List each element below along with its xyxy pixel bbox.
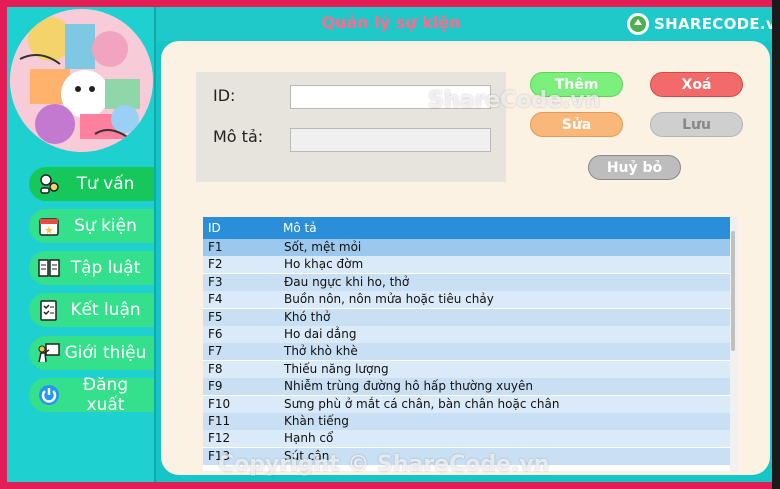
sidebar-item-label: Sự kiện — [74, 216, 137, 236]
cell-id: F1 — [208, 240, 223, 254]
sidebar-item-label: Tư vấn — [76, 174, 135, 194]
delete-button[interactable]: Xoá — [650, 72, 743, 97]
cell-id: F7 — [208, 344, 223, 359]
avatar-illustration — [10, 9, 153, 152]
table-row[interactable]: F2 Ho khạc đờm — [203, 256, 730, 274]
table-row[interactable]: F11 Khàn tiếng — [203, 413, 730, 430]
cell-id: F5 — [208, 309, 223, 324]
sharecode-logo: SHARECODE.vn — [626, 11, 772, 37]
table-row[interactable]: F5 Khó thở — [203, 308, 730, 326]
cell-description: Khàn tiếng — [284, 414, 349, 428]
cell-description: Thiếu năng lượng — [284, 361, 389, 376]
cell-description: Đau ngực khi ho, thở — [284, 274, 410, 289]
cell-description: Ho dai dẳng — [284, 327, 357, 341]
cell-description: Hạnh cổ — [284, 431, 334, 446]
cell-id: F6 — [208, 327, 223, 341]
sidebar-item-label: Tập luật — [70, 258, 141, 278]
checklist-icon — [36, 297, 62, 323]
consult-icon — [36, 171, 62, 197]
cell-id: F9 — [208, 379, 223, 394]
cell-id: F4 — [208, 292, 223, 307]
presentation-icon — [36, 340, 62, 366]
cell-description: Nhiễm trùng đường hô hấp thường xuyên — [284, 379, 533, 394]
cell-description: Thở khò khè — [284, 344, 358, 359]
table-row[interactable]: F10 Sưng phù ở mắt cá chân, bàn chân hoặc… — [203, 395, 730, 413]
id-label: ID: — [213, 86, 236, 105]
id-input[interactable] — [290, 85, 491, 109]
sidebar-item-ket-luan[interactable]: Kết luận — [29, 293, 155, 327]
table-row[interactable]: F4 Buồn nôn, nôn mửa hoặc tiêu chảy — [203, 291, 730, 309]
column-header-id[interactable]: ID — [208, 221, 221, 235]
calendar-icon — [36, 213, 62, 239]
cell-description: Ho khạc đờm — [284, 257, 364, 272]
cell-id: F2 — [208, 257, 223, 272]
table-row[interactable]: F6 Ho dai dẳng — [203, 326, 730, 343]
logout-icon — [36, 382, 62, 408]
cell-id: F11 — [208, 414, 231, 428]
sidebar: Tư vấn Sự kiện Tập luật Kết luận Giới th… — [7, 7, 155, 482]
cell-description: Buồn nôn, nôn mửa hoặc tiêu chảy — [284, 292, 494, 307]
title-bar: Quản lý sự kiện SHARECODE.vn — [156, 7, 772, 41]
cell-description: Sưng phù ở mắt cá chân, bàn chân hoặc ch… — [284, 396, 560, 411]
sidebar-item-gioi-thieu[interactable]: Giới thiệu — [29, 336, 155, 370]
table-row[interactable]: F7 Thở khò khè — [203, 343, 730, 361]
main-panel: ID: Mô tả: Thêm Xoá Sửa Lưu Huỷ bỏ ID Mô… — [161, 41, 770, 475]
sidebar-item-dang-xuat[interactable]: Đăng xuất — [29, 375, 155, 415]
logo-text: SHARECODE.vn — [654, 15, 772, 33]
cell-description: Khó thở — [284, 309, 331, 324]
vertical-scrollbar[interactable] — [730, 217, 737, 471]
save-button[interactable]: Lưu — [650, 112, 743, 137]
cell-id: F12 — [208, 431, 231, 446]
sidebar-item-label: Giới thiệu — [64, 343, 147, 363]
table-row[interactable]: F12 Hạnh cổ — [203, 430, 730, 448]
sidebar-item-su-kien[interactable]: Sự kiện — [29, 209, 155, 243]
table-header: ID Mô tả — [203, 217, 730, 239]
sidebar-divider — [154, 7, 156, 482]
sidebar-item-tap-luat[interactable]: Tập luật — [29, 251, 155, 285]
cancel-button[interactable]: Huỷ bỏ — [588, 155, 681, 180]
rules-book-icon — [36, 255, 62, 281]
cell-description: Sốt, mệt mỏi — [284, 240, 362, 254]
add-button[interactable]: Thêm — [530, 72, 623, 97]
app-window: Quản lý sự kiện SHARECODE.vn — [7, 7, 772, 482]
background-strip — [772, 0, 780, 489]
cell-id: F3 — [208, 274, 223, 289]
table-row[interactable]: F1 Sốt, mệt mỏi — [203, 239, 730, 256]
sharecode-logo-icon — [627, 13, 649, 35]
table-row[interactable]: F9 Nhiễm trùng đường hô hấp thường xuyên — [203, 378, 730, 396]
sidebar-item-label: Đăng xuất — [82, 375, 129, 415]
cell-id: F10 — [208, 396, 231, 411]
column-header-description[interactable]: Mô tả — [283, 221, 317, 235]
sidebar-item-label: Kết luận — [70, 300, 141, 320]
sidebar-item-tu-van[interactable]: Tư vấn — [29, 167, 155, 201]
table-row[interactable]: F13 Sút cân — [203, 447, 730, 465]
scrollbar-thumb[interactable] — [731, 231, 735, 351]
cell-id: F8 — [208, 361, 223, 376]
description-input[interactable] — [290, 128, 491, 152]
cell-id: F13 — [208, 448, 231, 463]
event-form: ID: Mô tả: — [196, 72, 506, 182]
table-row[interactable]: F8 Thiếu năng lượng — [203, 360, 730, 378]
page-title: Quản lý sự kiện — [321, 13, 461, 32]
cell-description: Sút cân — [284, 448, 330, 463]
description-label: Mô tả: — [213, 127, 264, 146]
table-row[interactable]: F3 Đau ngực khi ho, thở — [203, 273, 730, 291]
events-table: ID Mô tả F1 Sốt, mệt mỏi F2 Ho khạc đờm F3 Đa… — [203, 217, 737, 471]
edit-button[interactable]: Sửa — [530, 112, 623, 137]
